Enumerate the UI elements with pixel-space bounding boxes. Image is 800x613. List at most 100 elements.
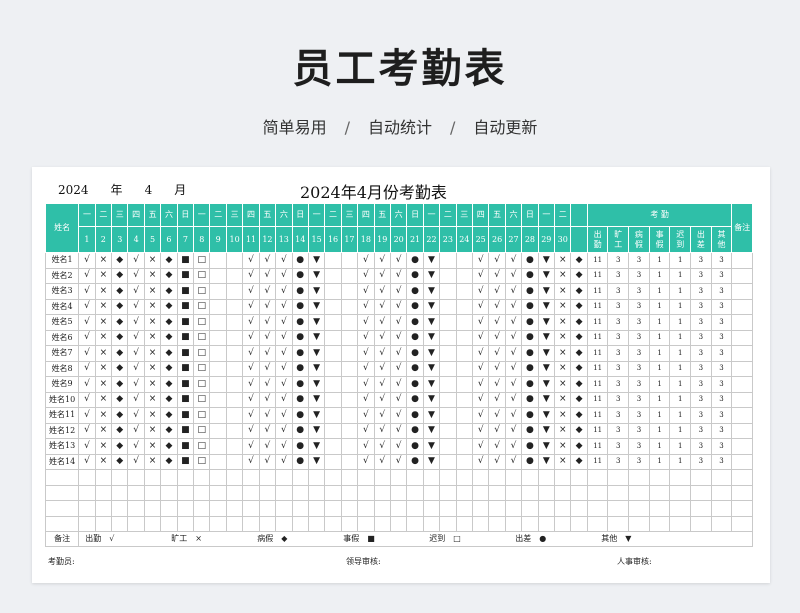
empty-cell[interactable] <box>471 500 490 517</box>
empty-cell[interactable] <box>291 484 309 501</box>
attendance-cell[interactable]: ▼ <box>537 391 556 408</box>
remark-cell[interactable] <box>731 453 753 470</box>
empty-cell[interactable] <box>439 484 457 501</box>
attendance-cell[interactable]: √ <box>357 329 375 346</box>
empty-cell[interactable] <box>521 500 539 517</box>
attendance-cell[interactable] <box>324 345 342 362</box>
empty-cell[interactable] <box>307 469 326 486</box>
attendance-cell[interactable]: □ <box>193 438 211 455</box>
attendance-cell[interactable]: × <box>143 345 162 362</box>
attendance-cell[interactable]: ▼ <box>537 376 556 393</box>
empty-cell[interactable] <box>258 515 277 532</box>
attendance-cell[interactable]: √ <box>488 422 506 439</box>
attendance-cell[interactable] <box>209 329 227 346</box>
empty-cell[interactable] <box>669 515 692 532</box>
attendance-cell[interactable] <box>439 360 457 377</box>
attendance-cell[interactable]: ▼ <box>307 345 326 362</box>
empty-cell[interactable] <box>710 500 733 517</box>
attendance-cell[interactable] <box>324 360 342 377</box>
attendance-cell[interactable]: √ <box>471 453 490 470</box>
empty-cell[interactable] <box>607 484 630 501</box>
attendance-cell[interactable] <box>340 438 359 455</box>
empty-cell[interactable] <box>406 500 424 517</box>
attendance-cell[interactable]: ■ <box>176 345 195 362</box>
attendance-cell[interactable]: ■ <box>176 267 195 284</box>
empty-cell[interactable] <box>340 484 359 501</box>
attendance-cell[interactable]: × <box>143 252 162 269</box>
attendance-cell[interactable] <box>455 314 473 331</box>
empty-cell[interactable] <box>44 515 80 532</box>
attendance-cell[interactable]: ● <box>406 298 424 315</box>
empty-cell[interactable] <box>357 515 375 532</box>
attendance-cell[interactable]: ◆ <box>570 329 588 346</box>
attendance-cell[interactable]: × <box>554 407 572 424</box>
attendance-cell[interactable]: ● <box>521 298 539 315</box>
attendance-cell[interactable] <box>455 360 473 377</box>
attendance-cell[interactable]: × <box>554 453 572 470</box>
attendance-cell[interactable]: ■ <box>176 360 195 377</box>
empty-cell[interactable] <box>586 500 609 517</box>
empty-cell[interactable] <box>373 500 391 517</box>
attendance-cell[interactable]: √ <box>357 283 375 300</box>
attendance-cell[interactable]: √ <box>127 252 145 269</box>
attendance-cell[interactable]: ◆ <box>111 376 129 393</box>
attendance-cell[interactable]: √ <box>275 314 293 331</box>
attendance-cell[interactable] <box>324 252 342 269</box>
attendance-cell[interactable]: ■ <box>176 329 195 346</box>
empty-cell[interactable] <box>242 515 260 532</box>
attendance-cell[interactable]: ● <box>521 314 539 331</box>
attendance-cell[interactable] <box>225 391 244 408</box>
empty-cell[interactable] <box>307 515 326 532</box>
attendance-cell[interactable]: √ <box>373 453 391 470</box>
empty-cell[interactable] <box>176 484 195 501</box>
empty-cell[interactable] <box>504 484 523 501</box>
attendance-cell[interactable]: ■ <box>176 422 195 439</box>
attendance-cell[interactable]: √ <box>242 376 260 393</box>
attendance-cell[interactable]: ● <box>406 283 424 300</box>
attendance-cell[interactable]: √ <box>471 252 490 269</box>
attendance-cell[interactable]: √ <box>275 283 293 300</box>
attendance-cell[interactable]: √ <box>127 329 145 346</box>
attendance-cell[interactable] <box>225 345 244 362</box>
attendance-cell[interactable]: ▼ <box>537 422 556 439</box>
empty-cell[interactable] <box>537 469 556 486</box>
attendance-cell[interactable]: √ <box>488 438 506 455</box>
empty-cell[interactable] <box>648 515 671 532</box>
attendance-cell[interactable]: □ <box>193 314 211 331</box>
attendance-cell[interactable]: ● <box>291 345 309 362</box>
attendance-cell[interactable] <box>455 283 473 300</box>
attendance-cell[interactable]: √ <box>373 329 391 346</box>
empty-cell[interactable] <box>357 484 375 501</box>
attendance-cell[interactable]: √ <box>127 314 145 331</box>
empty-cell[interactable] <box>78 500 96 517</box>
empty-cell[interactable] <box>160 469 178 486</box>
attendance-cell[interactable]: ◆ <box>111 422 129 439</box>
attendance-cell[interactable]: √ <box>275 329 293 346</box>
empty-cell[interactable] <box>275 500 293 517</box>
attendance-cell[interactable]: □ <box>193 252 211 269</box>
empty-cell[interactable] <box>193 515 211 532</box>
attendance-cell[interactable]: √ <box>258 345 277 362</box>
attendance-cell[interactable]: √ <box>504 360 523 377</box>
attendance-cell[interactable]: ■ <box>176 283 195 300</box>
attendance-cell[interactable]: √ <box>258 329 277 346</box>
attendance-cell[interactable]: × <box>94 329 113 346</box>
attendance-cell[interactable]: √ <box>471 314 490 331</box>
attendance-cell[interactable] <box>225 267 244 284</box>
attendance-cell[interactable] <box>455 438 473 455</box>
attendance-cell[interactable]: √ <box>242 453 260 470</box>
attendance-cell[interactable]: √ <box>275 298 293 315</box>
attendance-cell[interactable] <box>209 407 227 424</box>
attendance-cell[interactable]: √ <box>471 391 490 408</box>
empty-cell[interactable] <box>373 469 391 486</box>
empty-cell[interactable] <box>143 500 162 517</box>
attendance-cell[interactable]: × <box>94 453 113 470</box>
empty-cell[interactable] <box>78 484 96 501</box>
empty-cell[interactable] <box>731 515 753 532</box>
remark-cell[interactable] <box>731 391 753 408</box>
attendance-cell[interactable]: ● <box>291 360 309 377</box>
attendance-cell[interactable]: ● <box>291 298 309 315</box>
attendance-cell[interactable]: √ <box>389 438 408 455</box>
attendance-cell[interactable]: ▼ <box>422 407 441 424</box>
empty-cell[interactable] <box>357 500 375 517</box>
